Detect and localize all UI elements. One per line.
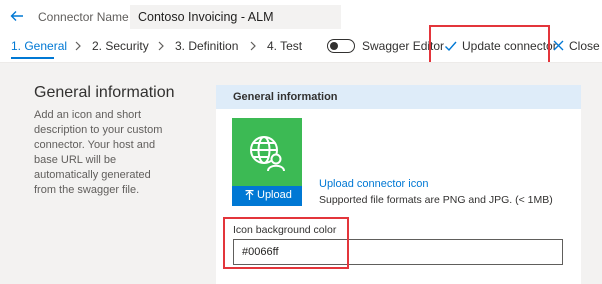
general-info-title: General information (34, 84, 175, 101)
toggle-knob (330, 41, 338, 50)
close-button[interactable]: Close (553, 34, 601, 58)
active-tab-indicator (11, 57, 54, 59)
upload-button[interactable]: Upload (232, 186, 302, 206)
tab-definition[interactable]: 3. Definition (175, 39, 238, 53)
connector-name-field[interactable]: Contoso Invoicing - ALM (130, 5, 341, 29)
card-header-title: General information (233, 91, 338, 103)
connector-name-label: Connector Name (38, 10, 129, 24)
upload-connector-icon-link[interactable]: Upload connector icon (319, 178, 428, 190)
tab-general[interactable]: 1. General (11, 39, 67, 53)
close-label: Close (569, 39, 600, 53)
globe-user-icon (250, 136, 285, 172)
chevron-right-icon (75, 41, 81, 51)
general-info-description: Add an icon and short description to you… (34, 109, 163, 196)
chevron-right-icon (250, 41, 256, 51)
close-icon (553, 40, 564, 51)
tab-security[interactable]: 2. Security (92, 39, 149, 53)
upload-format-hint: Supported file formats are PNG and JPG. … (319, 194, 553, 206)
connector-icon-preview[interactable] (232, 118, 302, 186)
upload-arrow-icon (245, 190, 254, 200)
color-field-highlight (223, 217, 349, 269)
tab-test[interactable]: 4. Test (267, 39, 302, 53)
swagger-editor-toggle[interactable] (327, 39, 355, 53)
upload-button-label: Upload (257, 189, 292, 201)
chevron-right-icon (158, 41, 164, 51)
back-arrow-icon[interactable] (9, 8, 25, 24)
